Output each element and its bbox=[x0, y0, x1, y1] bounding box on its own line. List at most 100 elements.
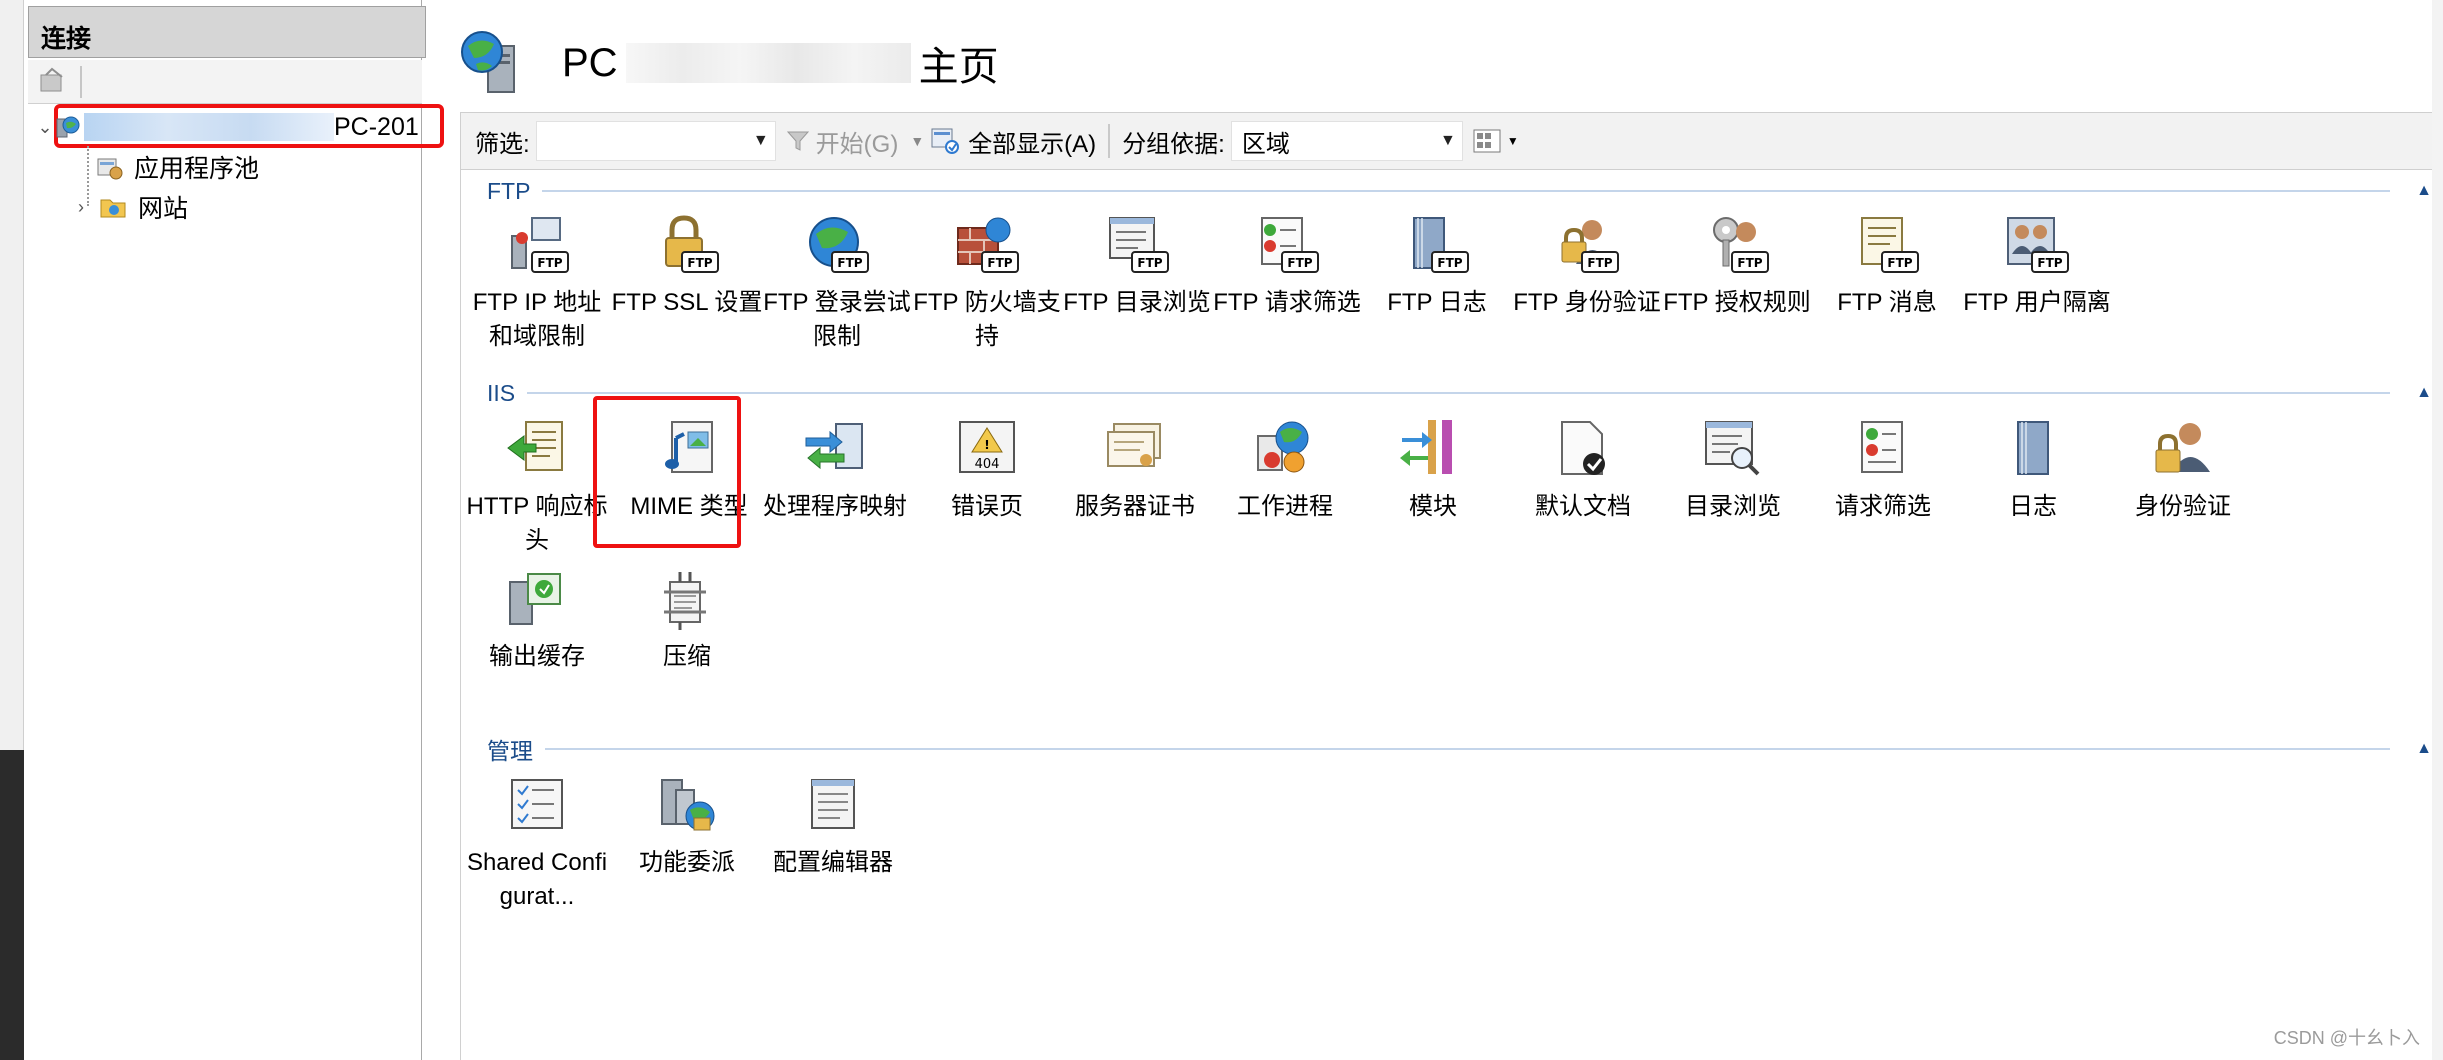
compression-icon bbox=[664, 572, 706, 630]
group-label-iis: IIS bbox=[487, 379, 516, 406]
feature-item[interactable]: 目录浏览 bbox=[1657, 418, 1809, 524]
feature-item[interactable]: FTP FTP 防火墙支持 bbox=[911, 214, 1063, 354]
feature-label: Shared Configurat... bbox=[466, 849, 608, 910]
feature-label: FTP 身份验证 bbox=[1513, 289, 1661, 316]
feature-label: FTP SSL 设置 bbox=[611, 289, 763, 316]
app-pool-icon bbox=[97, 158, 123, 180]
authentication-icon bbox=[2155, 423, 2210, 473]
feature-item[interactable]: HTTP 响应标头 bbox=[461, 418, 613, 558]
svg-text:FTP: FTP bbox=[2037, 256, 2062, 270]
feature-item[interactable]: 身份验证 bbox=[2107, 418, 2259, 524]
feature-item[interactable]: 处理程序映射 bbox=[759, 418, 911, 524]
group-header-management[interactable]: 管理 ▲ bbox=[461, 732, 2443, 766]
request-filtering-icon bbox=[1861, 421, 1903, 473]
ftp-logging-icon: FTP bbox=[1413, 217, 1469, 273]
feature-label: FTP 登录尝试限制 bbox=[763, 289, 911, 350]
feature-item[interactable]: 日志 bbox=[1957, 418, 2109, 524]
group-by-combo[interactable]: 区域 ▼ bbox=[1230, 121, 1463, 161]
feature-item[interactable]: FTP FTP SSL 设置 bbox=[611, 214, 763, 320]
ftp-user-isolation-icon: FTP bbox=[2007, 217, 2069, 273]
group-divider bbox=[542, 190, 2390, 192]
svg-text:FTP: FTP bbox=[1287, 256, 1312, 270]
configuration-editor-icon bbox=[811, 779, 855, 829]
feature-delegation-icon bbox=[661, 779, 715, 831]
feature-label: 服务器证书 bbox=[1075, 493, 1195, 520]
group-header-ftp[interactable]: FTP ▲ bbox=[461, 174, 2443, 208]
svg-text:FTP: FTP bbox=[1887, 256, 1912, 270]
feature-label: 输出缓存 bbox=[489, 643, 585, 670]
feature-item[interactable]: 默认文档 bbox=[1507, 418, 1659, 524]
feature-label: FTP 防火墙支持 bbox=[913, 289, 1061, 350]
feature-item[interactable]: FTP FTP 用户隔离 bbox=[1961, 214, 2113, 320]
tree-node-sites[interactable]: › 网站 bbox=[72, 188, 188, 226]
group-header-iis[interactable]: IIS ▲ bbox=[461, 376, 2443, 410]
show-all-icon bbox=[931, 128, 960, 154]
iis-manager-window: 连接 ⌄ PC-201 应用程序池 › 网站 PC 主页 筛选: ▼ 开始(G)… bbox=[0, 0, 2443, 1060]
feature-item[interactable]: 输出缓存 bbox=[461, 568, 613, 674]
title-suffix: 主页 bbox=[918, 45, 999, 89]
server-certificates-icon bbox=[1107, 423, 1161, 467]
ftp-request-filtering-icon: FTP bbox=[1261, 217, 1319, 273]
feature-item[interactable]: 模块 bbox=[1357, 418, 1509, 524]
feature-item[interactable]: Shared Configurat... bbox=[461, 774, 613, 914]
ftp-authentication-icon: FTP bbox=[1561, 220, 1619, 273]
feature-item[interactable]: FTP FTP 日志 bbox=[1361, 214, 1513, 320]
feature-item[interactable]: FTP FTP 请求筛选 bbox=[1211, 214, 1363, 320]
features-view: FTP ▲ FTP FTP IP 地址和域限制 FTP FTP SSL 设置 F… bbox=[460, 170, 2443, 1060]
feature-label: FTP 目录浏览 bbox=[1063, 289, 1211, 316]
feature-item[interactable]: 功能委派 bbox=[611, 774, 763, 880]
show-all-button[interactable]: 全部显示(A) bbox=[930, 124, 1096, 159]
start-filter-label: 开始(G) bbox=[815, 130, 899, 158]
feature-item[interactable]: 工作进程 bbox=[1209, 418, 1361, 524]
filter-combo[interactable]: ▼ bbox=[535, 121, 776, 161]
window-right-edge bbox=[2432, 0, 2443, 1060]
group-divider bbox=[527, 392, 2390, 394]
mime-types-highlight bbox=[593, 396, 741, 548]
filter-label: 筛选: bbox=[475, 130, 530, 158]
dropdown-arrow-icon: ▼ bbox=[752, 132, 769, 149]
start-filter-button[interactable]: 开始(G) bbox=[786, 124, 899, 159]
modules-icon bbox=[1400, 420, 1452, 474]
ftp-firewall-icon: FTP bbox=[957, 217, 1019, 273]
error-pages-icon: ! 404 bbox=[959, 421, 1015, 473]
connections-header: 连接 bbox=[28, 6, 426, 58]
feature-item[interactable]: 服务器证书 bbox=[1059, 418, 1211, 524]
feature-item[interactable]: FTP FTP 登录尝试限制 bbox=[761, 214, 913, 354]
svg-text:FTP: FTP bbox=[537, 256, 562, 270]
feature-item[interactable]: FTP FTP 授权规则 bbox=[1661, 214, 1813, 320]
directory-browsing-icon bbox=[1705, 421, 1760, 476]
feature-label: FTP IP 地址和域限制 bbox=[472, 289, 602, 350]
connect-icon[interactable] bbox=[38, 67, 68, 97]
dropdown-arrow-icon: ▼ bbox=[1440, 132, 1456, 149]
feature-item[interactable]: FTP FTP 消息 bbox=[1811, 214, 1963, 320]
feature-item[interactable]: ! 404 错误页 bbox=[911, 418, 1063, 524]
feature-item[interactable]: 压缩 bbox=[611, 568, 763, 674]
chevron-down-icon[interactable]: ⌄ bbox=[36, 117, 54, 137]
show-all-label: 全部显示(A) bbox=[968, 130, 1097, 158]
tree-node-app-pools[interactable]: 应用程序池 bbox=[94, 148, 259, 186]
start-dropdown-arrow-icon[interactable]: ▼ bbox=[910, 133, 924, 149]
tree-label-app-pools: 应用程序池 bbox=[134, 155, 260, 183]
feature-label: 功能委派 bbox=[639, 849, 735, 876]
feature-item[interactable]: 配置编辑器 bbox=[757, 774, 909, 880]
feature-item[interactable]: FTP FTP 身份验证 bbox=[1511, 214, 1663, 320]
svg-text:FTP: FTP bbox=[1137, 256, 1162, 270]
server-globe-icon bbox=[56, 116, 80, 138]
tree-node-server[interactable]: ⌄ PC-201 bbox=[36, 108, 442, 146]
svg-text:FTP: FTP bbox=[1587, 256, 1612, 270]
logging-icon bbox=[2017, 421, 2049, 475]
feature-item[interactable]: FTP FTP IP 地址和域限制 bbox=[461, 214, 613, 354]
group-by-label: 分组依据: bbox=[1122, 130, 1225, 158]
chevron-right-icon[interactable]: › bbox=[72, 197, 90, 217]
view-mode-button[interactable]: ▼ bbox=[1473, 129, 1519, 153]
title-redacted bbox=[625, 43, 911, 83]
feature-item[interactable]: FTP FTP 目录浏览 bbox=[1061, 214, 1213, 320]
tree-label-sites: 网站 bbox=[138, 195, 189, 223]
watermark: CSDN @十幺卜入 bbox=[2273, 1028, 2420, 1048]
feature-item[interactable]: 请求筛选 bbox=[1807, 418, 1959, 524]
group-label-management: 管理 bbox=[487, 738, 533, 764]
toolbar-separator bbox=[80, 66, 82, 98]
output-caching-icon bbox=[509, 573, 561, 625]
feature-label: 日志 bbox=[2009, 493, 2057, 520]
svg-text:!: ! bbox=[984, 438, 989, 452]
